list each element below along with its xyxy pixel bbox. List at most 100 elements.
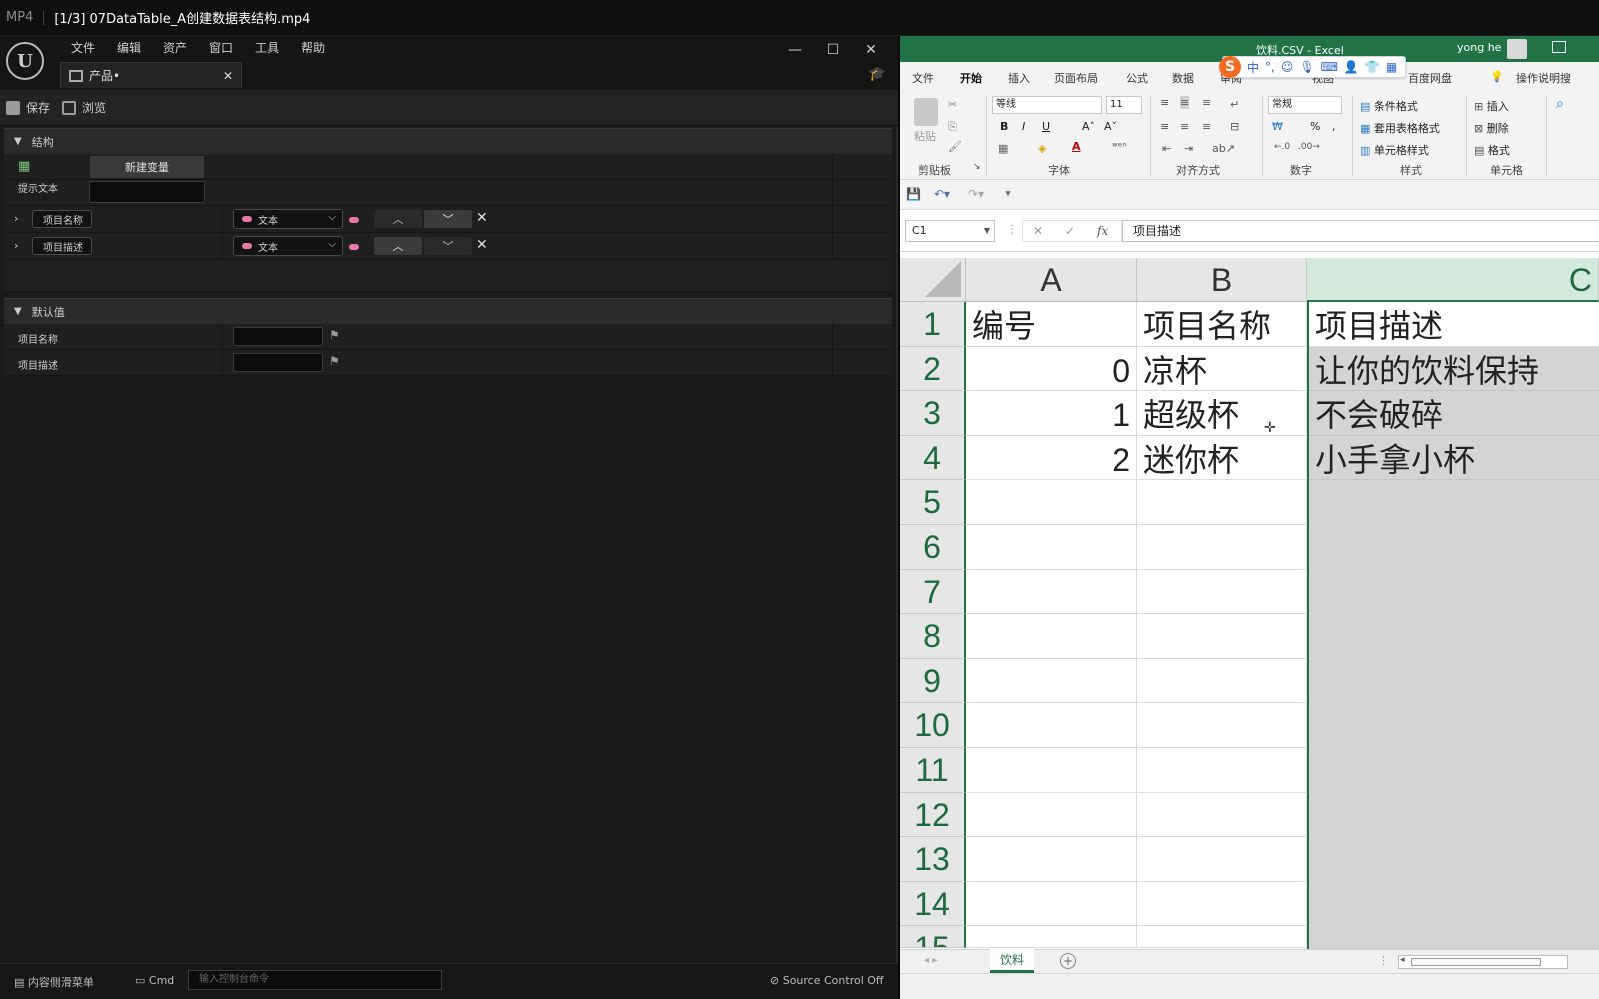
horizontal-scrollbar[interactable]: ◂ — [1398, 955, 1568, 969]
undo-icon[interactable]: ↶▾ — [934, 187, 950, 201]
unreal-logo-icon[interactable]: U — [6, 42, 44, 80]
ime-punct-icon[interactable]: °, — [1265, 60, 1275, 74]
expand-arrow-icon[interactable]: › — [14, 212, 18, 225]
table-cell[interactable] — [1137, 837, 1307, 882]
user-name[interactable]: yong he — [1457, 41, 1501, 54]
localize-flag-icon[interactable]: ⚑ — [329, 328, 340, 342]
browse-button[interactable]: 浏览 — [62, 99, 106, 116]
row-header[interactable]: 11 — [900, 748, 966, 793]
delete-cells-button[interactable]: ⊠ 删除 — [1474, 120, 1509, 136]
tab-home[interactable]: 开始 — [960, 70, 982, 86]
row-header[interactable]: 14 — [900, 881, 966, 927]
merge-center-icon[interactable]: ⊟ — [1230, 120, 1239, 133]
row-header[interactable]: 8 — [900, 614, 966, 659]
new-variable-button[interactable]: 新建变量 — [89, 155, 205, 179]
table-cell[interactable] — [1137, 703, 1307, 748]
table-cell[interactable] — [1137, 569, 1307, 615]
insert-function-icon[interactable]: fx — [1097, 224, 1108, 238]
table-cell[interactable] — [966, 881, 1137, 927]
ime-emoji-icon[interactable]: ☺ — [1281, 60, 1294, 74]
number-format-select[interactable]: 常规 — [1268, 96, 1342, 114]
scroll-thumb[interactable] — [1411, 958, 1541, 966]
cell-b1[interactable]: 项目名称 — [1137, 302, 1307, 347]
table-cell[interactable] — [966, 569, 1137, 615]
fill-color-icon[interactable]: ◈ — [1038, 142, 1046, 155]
align-right-icon[interactable]: ≡ — [1202, 120, 1211, 133]
variable-name-field[interactable]: 项目描述 — [32, 237, 92, 255]
row-header[interactable]: 2 — [900, 346, 966, 392]
cell-c2[interactable]: 让你的饮料保持 — [1309, 346, 1599, 392]
tab-page-layout[interactable]: 页面布局 — [1054, 70, 1098, 86]
table-cell[interactable] — [966, 525, 1137, 570]
menu-edit[interactable]: 编辑 — [106, 39, 152, 56]
tab-data[interactable]: 数据 — [1172, 70, 1194, 86]
tab-formulas[interactable]: 公式 — [1126, 70, 1148, 86]
row-header[interactable]: 10 — [900, 703, 966, 748]
structure-section-header[interactable]: ▼ 结构 — [4, 128, 892, 154]
customize-qat-icon[interactable]: ⯆ — [1004, 189, 1012, 200]
increase-indent-icon[interactable]: ⇥ — [1184, 142, 1193, 155]
save-button[interactable]: 保存 — [6, 99, 50, 116]
avatar[interactable] — [1507, 39, 1527, 59]
orientation-icon[interactable]: ab↗ — [1212, 142, 1235, 155]
row-header[interactable]: 6 — [900, 525, 966, 570]
table-cell[interactable] — [1137, 926, 1307, 949]
row-header[interactable]: 12 — [900, 792, 966, 838]
conditional-formatting-button[interactable]: ▤ 条件格式 — [1360, 98, 1418, 114]
paste-icon[interactable] — [914, 98, 938, 126]
localize-flag-icon[interactable]: ⚑ — [329, 354, 340, 368]
tutorial-cap-icon[interactable]: 🎓 — [869, 66, 886, 82]
container-type-icon[interactable] — [349, 217, 359, 223]
cancel-icon[interactable]: ✕ — [1033, 224, 1043, 238]
menu-tools[interactable]: 工具 — [244, 39, 290, 56]
cell-a3[interactable]: 1 — [966, 391, 1137, 436]
decrease-decimal-icon[interactable]: .00→ — [1298, 142, 1320, 152]
asset-tab[interactable]: 产品• ✕ — [60, 62, 242, 88]
table-cell[interactable] — [966, 658, 1137, 704]
close-icon[interactable]: ✕ — [852, 42, 890, 58]
row-header[interactable]: 4 — [900, 435, 966, 481]
font-name-select[interactable]: 等线 — [992, 96, 1102, 114]
select-all-corner[interactable] — [900, 258, 966, 302]
split-grip-icon[interactable]: ⋮ — [1378, 954, 1389, 967]
clipboard-launcher-icon[interactable]: ↘ — [973, 162, 981, 172]
row-header[interactable]: 13 — [900, 837, 966, 882]
align-left-icon[interactable]: ≡ — [1160, 120, 1169, 133]
cell-b4[interactable]: 迷你杯 — [1137, 435, 1307, 481]
table-cell[interactable] — [966, 703, 1137, 748]
table-cell[interactable] — [1137, 792, 1307, 838]
cell-c1[interactable]: 项目描述 — [1309, 302, 1599, 347]
variable-type-dropdown[interactable]: 文本 ⌵ — [233, 209, 343, 229]
content-drawer-button[interactable]: ▤ 内容侧滑菜单 — [14, 974, 94, 990]
lightbulb-icon[interactable]: 💡 — [1490, 70, 1504, 83]
insert-cells-button[interactable]: ⊞ 插入 — [1474, 98, 1509, 114]
format-as-table-button[interactable]: ▦ 套用表格格式 — [1360, 120, 1440, 136]
console-command-input[interactable]: 输入控制台命令 — [188, 970, 442, 990]
default-value-input[interactable] — [233, 327, 323, 346]
ime-chinese-icon[interactable]: 中 — [1247, 59, 1259, 76]
cell-b2[interactable]: 凉杯 — [1137, 346, 1307, 392]
currency-icon[interactable]: ₩ — [1272, 120, 1283, 133]
ime-keyboard-icon[interactable]: ⌨ — [1321, 60, 1338, 74]
tab-file[interactable]: 文件 — [912, 70, 934, 86]
formula-bar-grip-icon[interactable]: ⋮ — [1006, 222, 1018, 236]
phonetic-icon[interactable]: ʷᵉⁿ — [1112, 140, 1127, 153]
shrink-font-button[interactable]: A˅ — [1104, 120, 1117, 133]
table-cell[interactable] — [966, 614, 1137, 659]
column-header-b[interactable]: B — [1137, 258, 1307, 302]
row-header[interactable]: 7 — [900, 569, 966, 615]
decrease-indent-icon[interactable]: ⇤ — [1162, 142, 1171, 155]
tell-me-search[interactable]: 操作说明搜 — [1516, 70, 1571, 86]
align-bottom-icon[interactable]: ≡ — [1202, 96, 1211, 109]
redo-icon[interactable]: ↷▾ — [968, 187, 984, 201]
move-up-button[interactable]: ︿ — [374, 237, 422, 255]
menu-asset[interactable]: 资产 — [152, 39, 198, 56]
save-icon[interactable]: 💾 — [906, 187, 921, 201]
add-sheet-icon[interactable]: + — [1060, 953, 1076, 969]
table-cell[interactable] — [1137, 614, 1307, 659]
move-down-button[interactable]: ﹀ — [424, 237, 472, 255]
cmd-button[interactable]: ▭ Cmd — [135, 974, 174, 987]
ribbon-display-icon[interactable] — [1552, 41, 1566, 53]
cell-c4[interactable]: 小手拿小杯 — [1309, 435, 1599, 481]
delete-variable-icon[interactable]: ✕ — [476, 237, 488, 253]
